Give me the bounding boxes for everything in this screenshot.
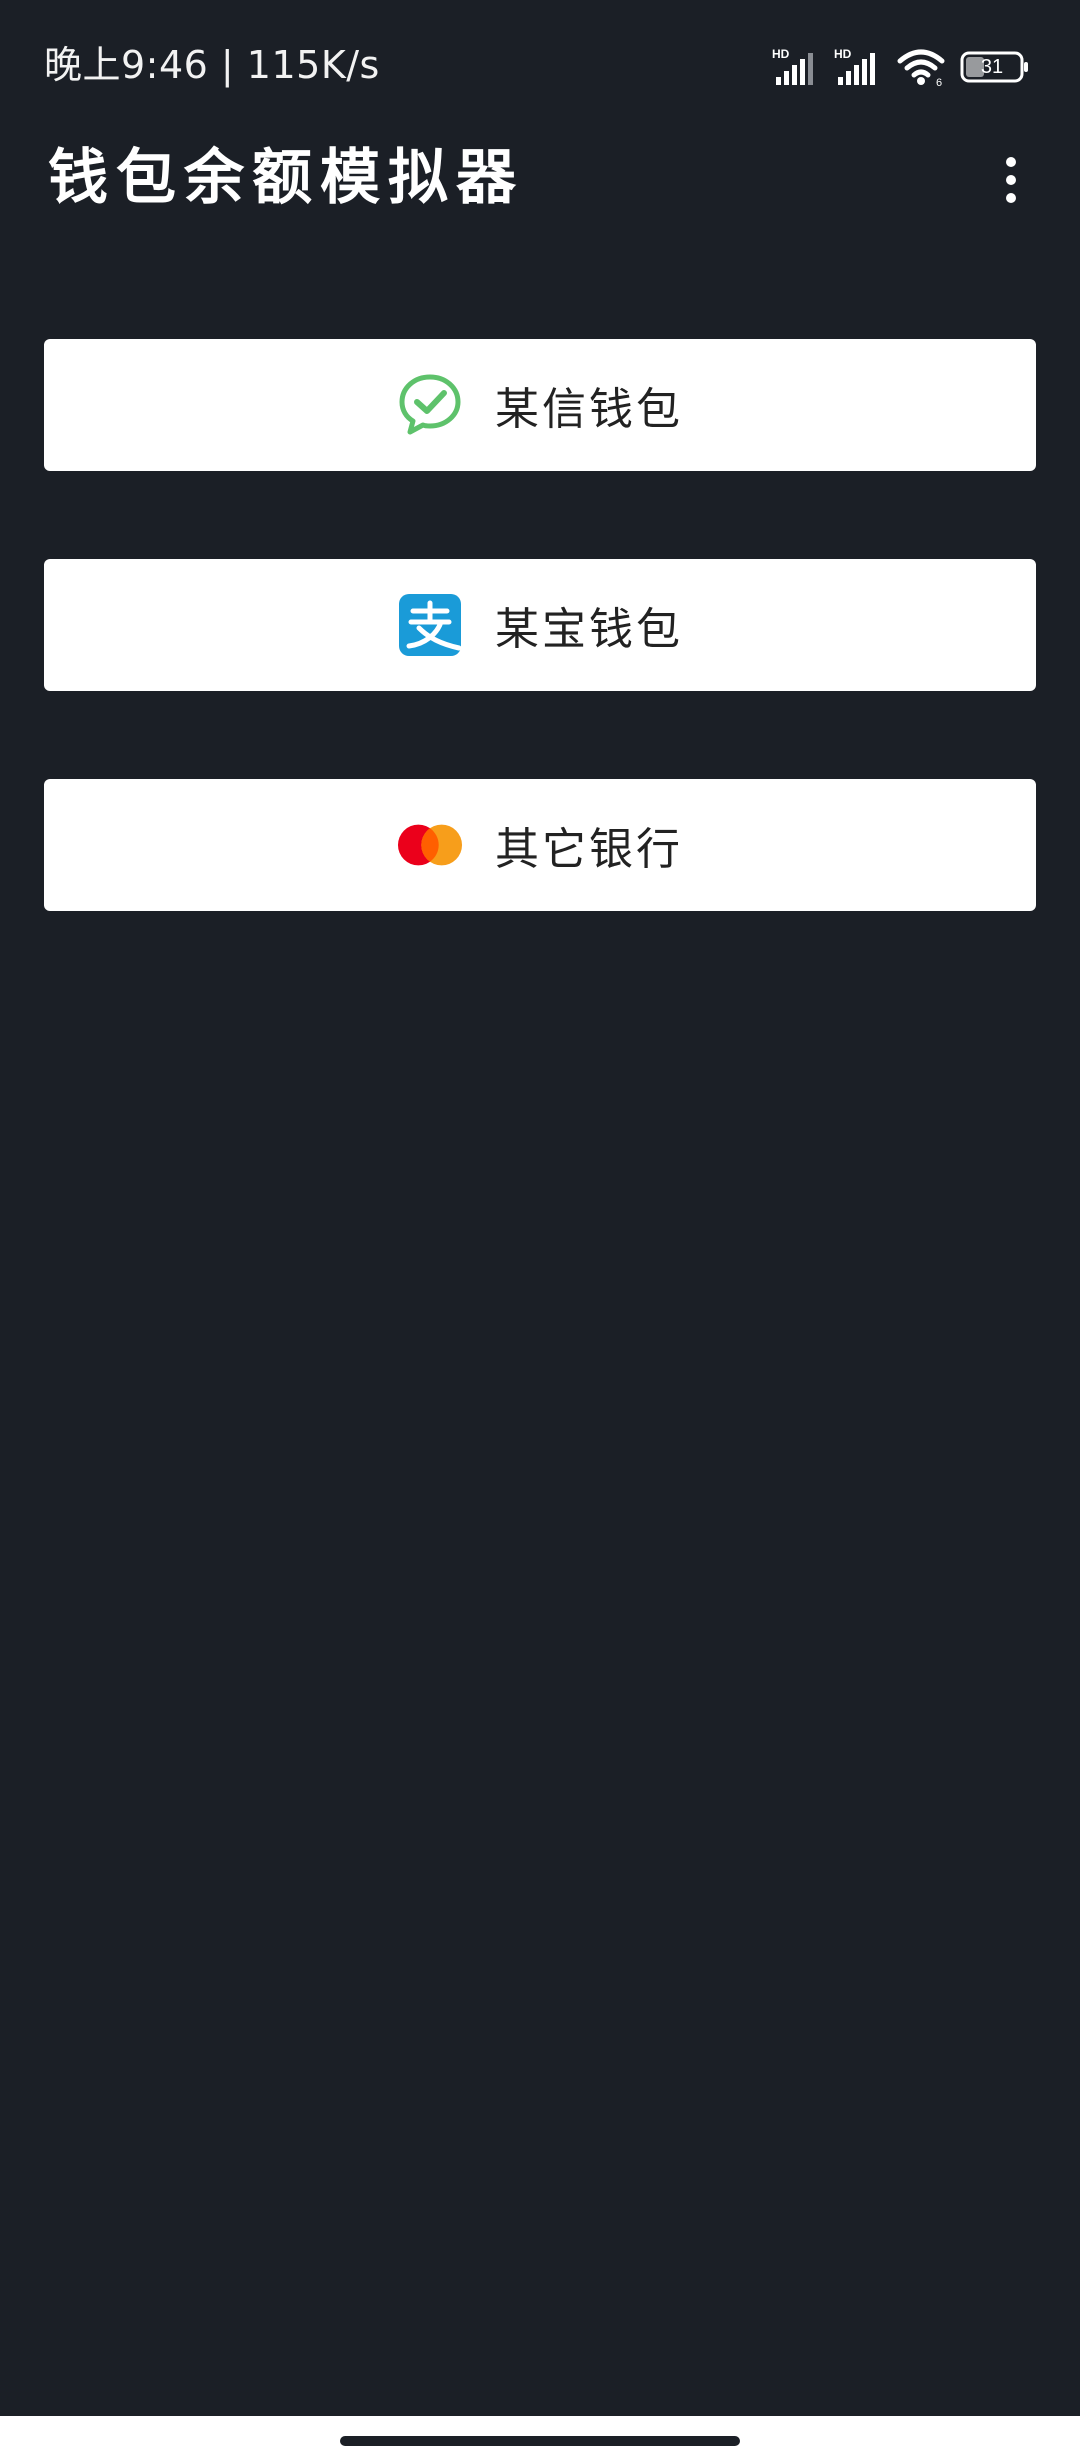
hd-signal-icon: HD (772, 47, 820, 87)
status-bar: 晚上9:46 | 115K/s HD HD 6 31 (0, 0, 1080, 130)
home-gesture-handle[interactable] (340, 2436, 740, 2446)
status-time: 晚上9:46 | 115K/s (44, 43, 380, 87)
battery-level-text: 31 (980, 56, 1004, 78)
wifi-icon: 6 (896, 47, 946, 87)
other-bank-label: 其它银行 (495, 824, 683, 875)
svg-text:6: 6 (936, 77, 942, 87)
navigation-bar (0, 2416, 1080, 2460)
wechat-pay-icon (397, 372, 463, 438)
other-bank-button[interactable]: 其它银行 (44, 779, 1036, 911)
wechat-wallet-button[interactable]: 某信钱包 (44, 339, 1036, 471)
wechat-wallet-label: 某信钱包 (495, 384, 683, 435)
app-title: 钱包余额模拟器 (48, 143, 524, 213)
hd-signal-icon: HD (834, 47, 882, 87)
battery-icon: 31 (960, 51, 1030, 83)
alipay-icon (397, 592, 463, 658)
svg-text:HD: HD (772, 47, 790, 61)
more-vertical-icon (1006, 157, 1016, 167)
alipay-wallet-label: 某宝钱包 (495, 604, 683, 655)
svg-text:HD: HD (834, 47, 852, 61)
status-icons: HD HD 6 31 (772, 46, 1030, 88)
more-options-button[interactable] (976, 140, 1046, 220)
app-bar: 钱包余额模拟器 (0, 130, 1080, 230)
alipay-wallet-button[interactable]: 某宝钱包 (44, 559, 1036, 691)
mastercard-icon (397, 812, 463, 878)
